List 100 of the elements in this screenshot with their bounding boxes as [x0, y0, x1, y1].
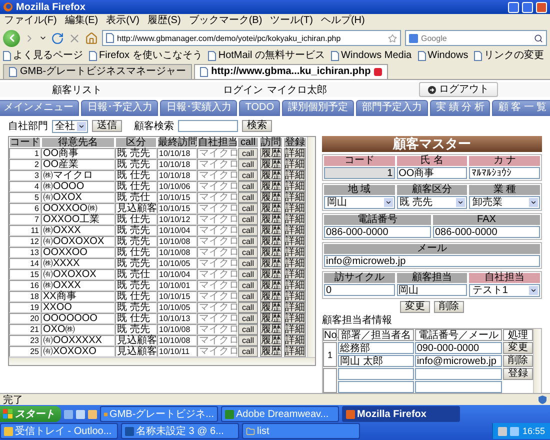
row-button[interactable]: call: [238, 324, 258, 335]
dropdown[interactable]: 既 売先: [396, 196, 468, 209]
bookmark-link[interactable]: HotMail の無料サービス: [208, 50, 326, 62]
dropdown-arrow-icon[interactable]: [528, 198, 538, 207]
input-field[interactable]: ﾏﾙﾏﾙｼｮｳｼ: [469, 167, 540, 179]
dropdown[interactable]: 卸売業: [469, 196, 540, 209]
taskbar-item[interactable]: 名称未設定 3 @ 6...: [121, 423, 239, 439]
search-icon[interactable]: [534, 34, 543, 42]
row-button[interactable]: call: [238, 148, 258, 159]
dropdown-arrow-icon[interactable]: [528, 286, 538, 295]
bookmark-link[interactable]: リンクの変更: [474, 50, 544, 62]
dropdown-arrow-icon[interactable]: [456, 198, 466, 207]
row-button[interactable]: call: [238, 302, 258, 313]
minimize-button[interactable]: [508, 2, 519, 12]
bookmark-link[interactable]: よく見るページ: [3, 50, 83, 62]
readonly-field[interactable]: 1: [324, 167, 395, 179]
reload-icon[interactable]: [51, 32, 64, 44]
menu-item[interactable]: 履歴(S): [147, 14, 181, 26]
row-button[interactable]: call: [238, 291, 258, 302]
row-button[interactable]: 履歴: [260, 324, 282, 335]
row-button[interactable]: 詳細: [284, 181, 306, 192]
row-button[interactable]: call: [238, 313, 258, 324]
row-button[interactable]: 詳細: [284, 214, 306, 225]
dropdown-arrow-icon[interactable]: [77, 122, 86, 130]
stop-icon[interactable]: [68, 32, 81, 44]
row-button[interactable]: 履歴: [260, 346, 282, 357]
dropdown-icon[interactable]: [39, 34, 47, 42]
form-button[interactable]: 削除: [434, 301, 464, 313]
menu-item[interactable]: ブックマーク(B): [188, 14, 262, 26]
input-field[interactable]: info@microweb.jp: [324, 255, 540, 267]
row-button[interactable]: 履歴: [260, 258, 282, 269]
row-button[interactable]: 詳細: [284, 247, 306, 258]
row-button[interactable]: call: [238, 269, 258, 280]
search-field[interactable]: Google: [421, 34, 531, 42]
row-button[interactable]: 履歴: [260, 203, 282, 214]
maximize-button[interactable]: [522, 2, 533, 12]
row-button[interactable]: 削除: [502, 355, 533, 367]
row-button[interactable]: call: [238, 247, 258, 258]
input-field[interactable]: 0: [324, 284, 395, 296]
row-button[interactable]: 詳細: [284, 291, 306, 302]
dropdown[interactable]: テスト1: [469, 284, 540, 297]
row-button[interactable]: 詳細: [284, 280, 306, 291]
taskbar-item[interactable]: 受信トレイ - Outloo...: [0, 423, 118, 439]
taskbar-item[interactable]: Adobe Dreamweav...: [221, 406, 339, 422]
row-button[interactable]: 詳細: [284, 269, 306, 280]
row-button[interactable]: 履歴: [260, 148, 282, 159]
taskbar-item[interactable]: Mozilla Firefox: [342, 406, 460, 422]
row-button[interactable]: 詳細: [284, 302, 306, 313]
row-button[interactable]: 履歴: [260, 192, 282, 203]
row-button[interactable]: call: [238, 225, 258, 236]
row-button[interactable]: 履歴: [260, 280, 282, 291]
form-button[interactable]: 変更: [400, 301, 430, 313]
home-icon[interactable]: [85, 32, 98, 44]
row-button[interactable]: 履歴: [260, 335, 282, 346]
close-button[interactable]: [536, 2, 547, 12]
customer-search-field[interactable]: [178, 120, 238, 132]
row-button[interactable]: 詳細: [284, 324, 306, 335]
browser-tab[interactable]: GMB-グレートビジネスマネージャー: [3, 64, 192, 79]
search-box[interactable]: Google: [405, 30, 547, 46]
taskbar-item[interactable]: GMB-グレートビジネ...: [100, 406, 218, 422]
vertical-scrollbar[interactable]: [307, 137, 315, 357]
send-button[interactable]: 送信: [92, 120, 122, 132]
row-button[interactable]: 履歴: [260, 247, 282, 258]
row-button[interactable]: 履歴: [260, 291, 282, 302]
row-button[interactable]: 履歴: [260, 313, 282, 324]
row-button[interactable]: call: [238, 346, 258, 357]
row-button[interactable]: 変更: [502, 342, 533, 354]
row-button[interactable]: call: [238, 236, 258, 247]
bookmark-link[interactable]: Firefox を使いこなそう: [89, 50, 202, 62]
address-bar[interactable]: http://www.gbmanager.com/demo/yotei/pc/kokyaku_ichiran.php: [102, 30, 401, 46]
row-button[interactable]: call: [238, 159, 258, 170]
input-field[interactable]: 086-000-0000: [324, 226, 431, 238]
taskbar-item[interactable]: list: [242, 423, 360, 439]
row-button[interactable]: 履歴: [260, 159, 282, 170]
close-icon[interactable]: [374, 68, 382, 76]
row-button[interactable]: 詳細: [284, 225, 306, 236]
row-button[interactable]: 詳細: [284, 258, 306, 269]
row-button[interactable]: 詳細: [284, 203, 306, 214]
row-button[interactable]: 履歴: [260, 214, 282, 225]
input-field[interactable]: [414, 381, 502, 393]
horizontal-scrollbar[interactable]: [9, 357, 315, 365]
bookmark-link[interactable]: Windows: [418, 50, 468, 62]
row-button[interactable]: 履歴: [260, 302, 282, 313]
menu-item[interactable]: 編集(E): [64, 14, 98, 26]
input-field[interactable]: 岡山: [396, 284, 468, 296]
row-button[interactable]: call: [238, 181, 258, 192]
input-field[interactable]: 090-000-0000: [414, 342, 502, 354]
row-button[interactable]: 詳細: [284, 159, 306, 170]
menu-item[interactable]: ヘルプ(H): [320, 14, 365, 26]
department-dropdown[interactable]: 全社: [52, 120, 88, 132]
menu-item[interactable]: ツール(T): [270, 14, 313, 26]
row-button[interactable]: 履歴: [260, 181, 282, 192]
row-button[interactable]: 履歴: [260, 225, 282, 236]
row-button[interactable]: 詳細: [284, 346, 306, 357]
row-button[interactable]: 履歴: [260, 269, 282, 280]
logout-button[interactable]: ログアウト: [419, 82, 498, 97]
row-button[interactable]: 詳細: [284, 313, 306, 324]
row-button[interactable]: 履歴: [260, 170, 282, 181]
vertical-scrollbar[interactable]: [533, 329, 541, 393]
row-button[interactable]: 詳細: [284, 335, 306, 346]
